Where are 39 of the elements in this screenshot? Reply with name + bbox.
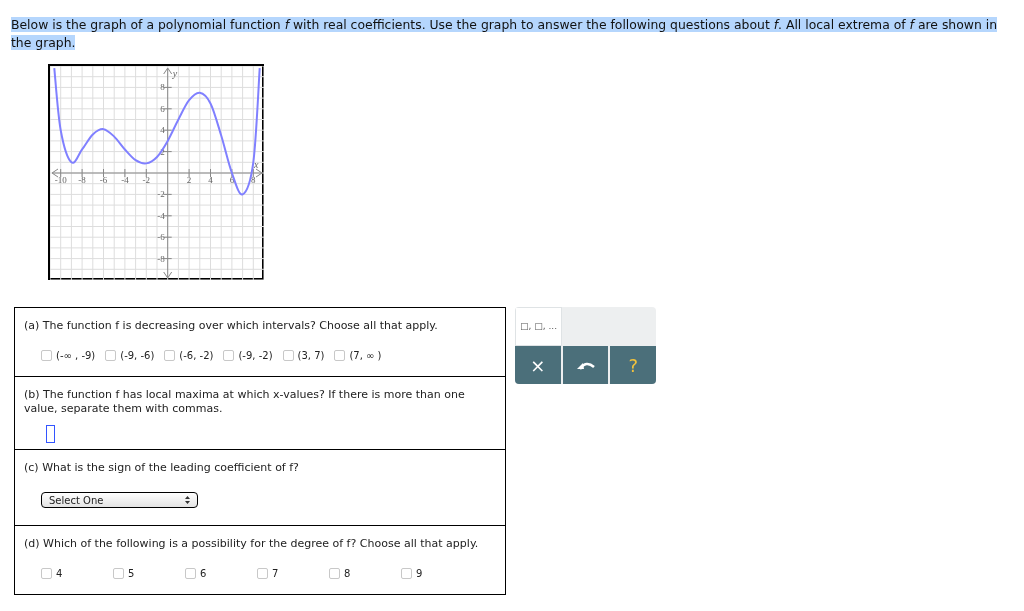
question-text: (b) The function f has local maxima at which x-values? If there is more than one value, separate them with commas. bbox=[24, 388, 466, 416]
tick-label: -8 bbox=[157, 253, 165, 264]
tick-label: 4 bbox=[208, 175, 213, 185]
axis-label: x bbox=[254, 159, 259, 170]
option-label: (-6, -2) bbox=[179, 349, 214, 363]
tick-label: 2 bbox=[186, 175, 192, 185]
question-text: (d) Which of the following is a possibility for the degree of f? Choose all that apply. bbox=[24, 537, 480, 551]
tick-label: 2 bbox=[160, 146, 165, 157]
tick-label: 6 bbox=[229, 175, 235, 185]
option-label: (-9, -6) bbox=[120, 349, 155, 363]
tick-label: -6 bbox=[99, 175, 108, 185]
option-label: 9 bbox=[416, 567, 423, 581]
tick-label: 8 bbox=[160, 82, 165, 93]
tick-label: -4 bbox=[157, 210, 165, 221]
option-label: (-9, -2) bbox=[238, 349, 273, 363]
tick-label: 4 bbox=[160, 125, 165, 136]
intro-text: Below is the graph of a polynomial function f with real coefficients. Use the graph to answer the following questions about f. All local extrema of f are shown in the graph. bbox=[11, 16, 998, 52]
clear-button[interactable]: × bbox=[515, 346, 561, 384]
select-dropdown[interactable]: Select One bbox=[41, 492, 198, 508]
axis-label: y bbox=[172, 68, 178, 79]
question-text: (a) The function f is decreasing over which intervals? Choose all that apply. bbox=[24, 319, 439, 333]
tick-label: -8 bbox=[78, 175, 86, 185]
tick-label: 6 bbox=[160, 103, 165, 114]
tick-label: -2 bbox=[157, 189, 165, 200]
tick-label: -6 bbox=[157, 232, 165, 243]
question-text: (c) What is the sign of the leading coefficient of f? bbox=[24, 461, 300, 475]
option-label: (3, 7) bbox=[297, 349, 325, 363]
tick-label: 8 bbox=[251, 175, 256, 185]
option-label: (-∞ , -9) bbox=[56, 349, 96, 363]
tick-label: -4 bbox=[121, 175, 129, 185]
option-label: (7, ∞ ) bbox=[349, 349, 382, 363]
tick-label: -10 bbox=[54, 175, 67, 185]
option-label: 5 bbox=[128, 567, 135, 581]
option-label: 7 bbox=[272, 567, 279, 581]
option-label: 6 bbox=[200, 567, 207, 581]
tick-label: -2 bbox=[142, 175, 151, 185]
option-label: 4 bbox=[56, 567, 63, 581]
template-button[interactable]: □, □, ... bbox=[515, 307, 562, 346]
option-label: 8 bbox=[344, 567, 351, 581]
